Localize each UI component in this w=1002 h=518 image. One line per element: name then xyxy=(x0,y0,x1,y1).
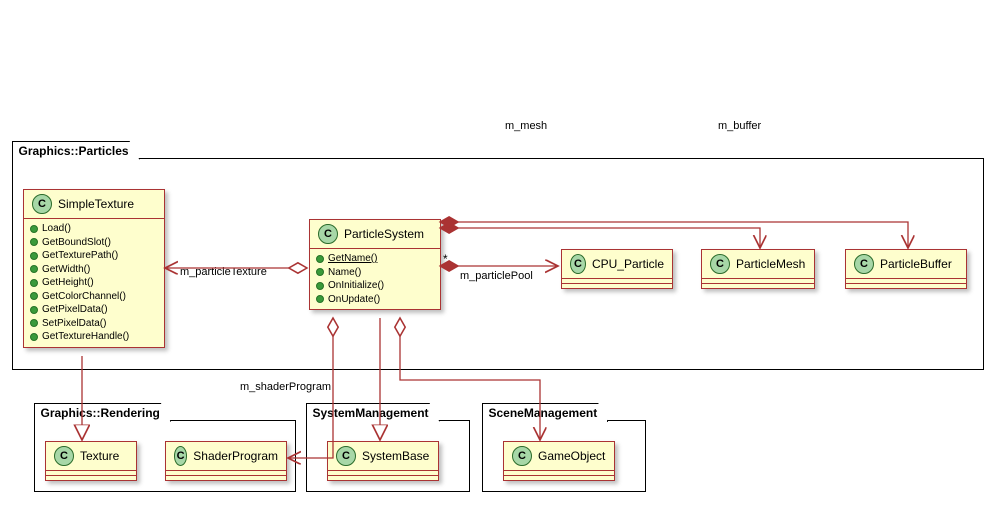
class-shader-program: C ShaderProgram xyxy=(165,441,287,481)
member: OnUpdate() xyxy=(328,293,380,307)
class-body-simple-texture: Load() GetBoundSlot() GetTexturePath() G… xyxy=(24,219,164,347)
relation-label-m-particle-texture: m_particleTexture xyxy=(180,266,267,278)
class-particle-mesh: C ParticleMesh xyxy=(701,249,815,289)
class-simple-texture: C SimpleTexture Load() GetBoundSlot() Ge… xyxy=(23,189,165,348)
class-stereotype-icon: C xyxy=(336,446,356,466)
package-tab-system-management: SystemManagement xyxy=(306,403,440,422)
package-tab-scene-management: SceneManagement xyxy=(482,403,609,422)
member: GetBoundSlot() xyxy=(42,236,111,250)
class-system-base: C SystemBase xyxy=(327,441,439,481)
class-name-simple-texture: SimpleTexture xyxy=(58,197,134,211)
class-stereotype-icon: C xyxy=(512,446,532,466)
class-name-system-base: SystemBase xyxy=(362,449,429,463)
member: GetColorChannel() xyxy=(42,290,126,304)
class-name-texture: Texture xyxy=(80,449,119,463)
member: Load() xyxy=(42,222,71,236)
relation-label-m-mesh: m_mesh xyxy=(505,120,547,132)
class-name-shader-program: ShaderProgram xyxy=(193,449,278,463)
class-body-particle-system: GetName() Name() OnInitialize() OnUpdate… xyxy=(310,249,440,309)
member: GetTextureHandle() xyxy=(42,330,129,344)
member: GetWidth() xyxy=(42,263,90,277)
relation-label-m-buffer: m_buffer xyxy=(718,120,761,132)
package-graphics-rendering: Graphics::Rendering C Texture C ShaderPr… xyxy=(34,420,296,492)
member: GetTexturePath() xyxy=(42,249,118,263)
class-particle-system: C ParticleSystem GetName() Name() OnInit… xyxy=(309,219,441,310)
package-graphics-particles: Graphics::Particles C SimpleTexture Load… xyxy=(12,158,984,370)
class-stereotype-icon: C xyxy=(854,254,874,274)
class-stereotype-icon: C xyxy=(174,446,187,466)
class-stereotype-icon: C xyxy=(710,254,730,274)
relation-label-m-particle-pool: m_particlePool xyxy=(460,270,533,282)
class-stereotype-icon: C xyxy=(32,194,52,214)
member: GetHeight() xyxy=(42,276,94,290)
member: Name() xyxy=(328,266,361,280)
class-particle-buffer: C ParticleBuffer xyxy=(845,249,967,289)
member: OnInitialize() xyxy=(328,279,384,293)
member: GetName() xyxy=(328,252,377,266)
class-cpu-particle: C CPU_Particle xyxy=(561,249,673,289)
package-system-management: SystemManagement C SystemBase xyxy=(306,420,470,492)
class-name-particle-system: ParticleSystem xyxy=(344,227,424,241)
package-tab-graphics-rendering: Graphics::Rendering xyxy=(34,403,171,422)
class-name-game-object: GameObject xyxy=(538,449,605,463)
class-name-particle-buffer: ParticleBuffer xyxy=(880,257,952,271)
class-name-cpu-particle: CPU_Particle xyxy=(592,257,664,271)
class-texture: C Texture xyxy=(45,441,137,481)
package-scene-management: SceneManagement C GameObject xyxy=(482,420,646,492)
class-stereotype-icon: C xyxy=(54,446,74,466)
class-name-particle-mesh: ParticleMesh xyxy=(736,257,805,271)
member: SetPixelData() xyxy=(42,317,106,331)
relation-label-m-shader-program: m_shaderProgram xyxy=(240,381,331,393)
package-tab-graphics-particles: Graphics::Particles xyxy=(12,141,140,160)
member: GetPixelData() xyxy=(42,303,108,317)
class-stereotype-icon: C xyxy=(570,254,586,274)
class-stereotype-icon: C xyxy=(318,224,338,244)
relation-multiplicity-star: * xyxy=(443,252,448,266)
class-game-object: C GameObject xyxy=(503,441,615,481)
